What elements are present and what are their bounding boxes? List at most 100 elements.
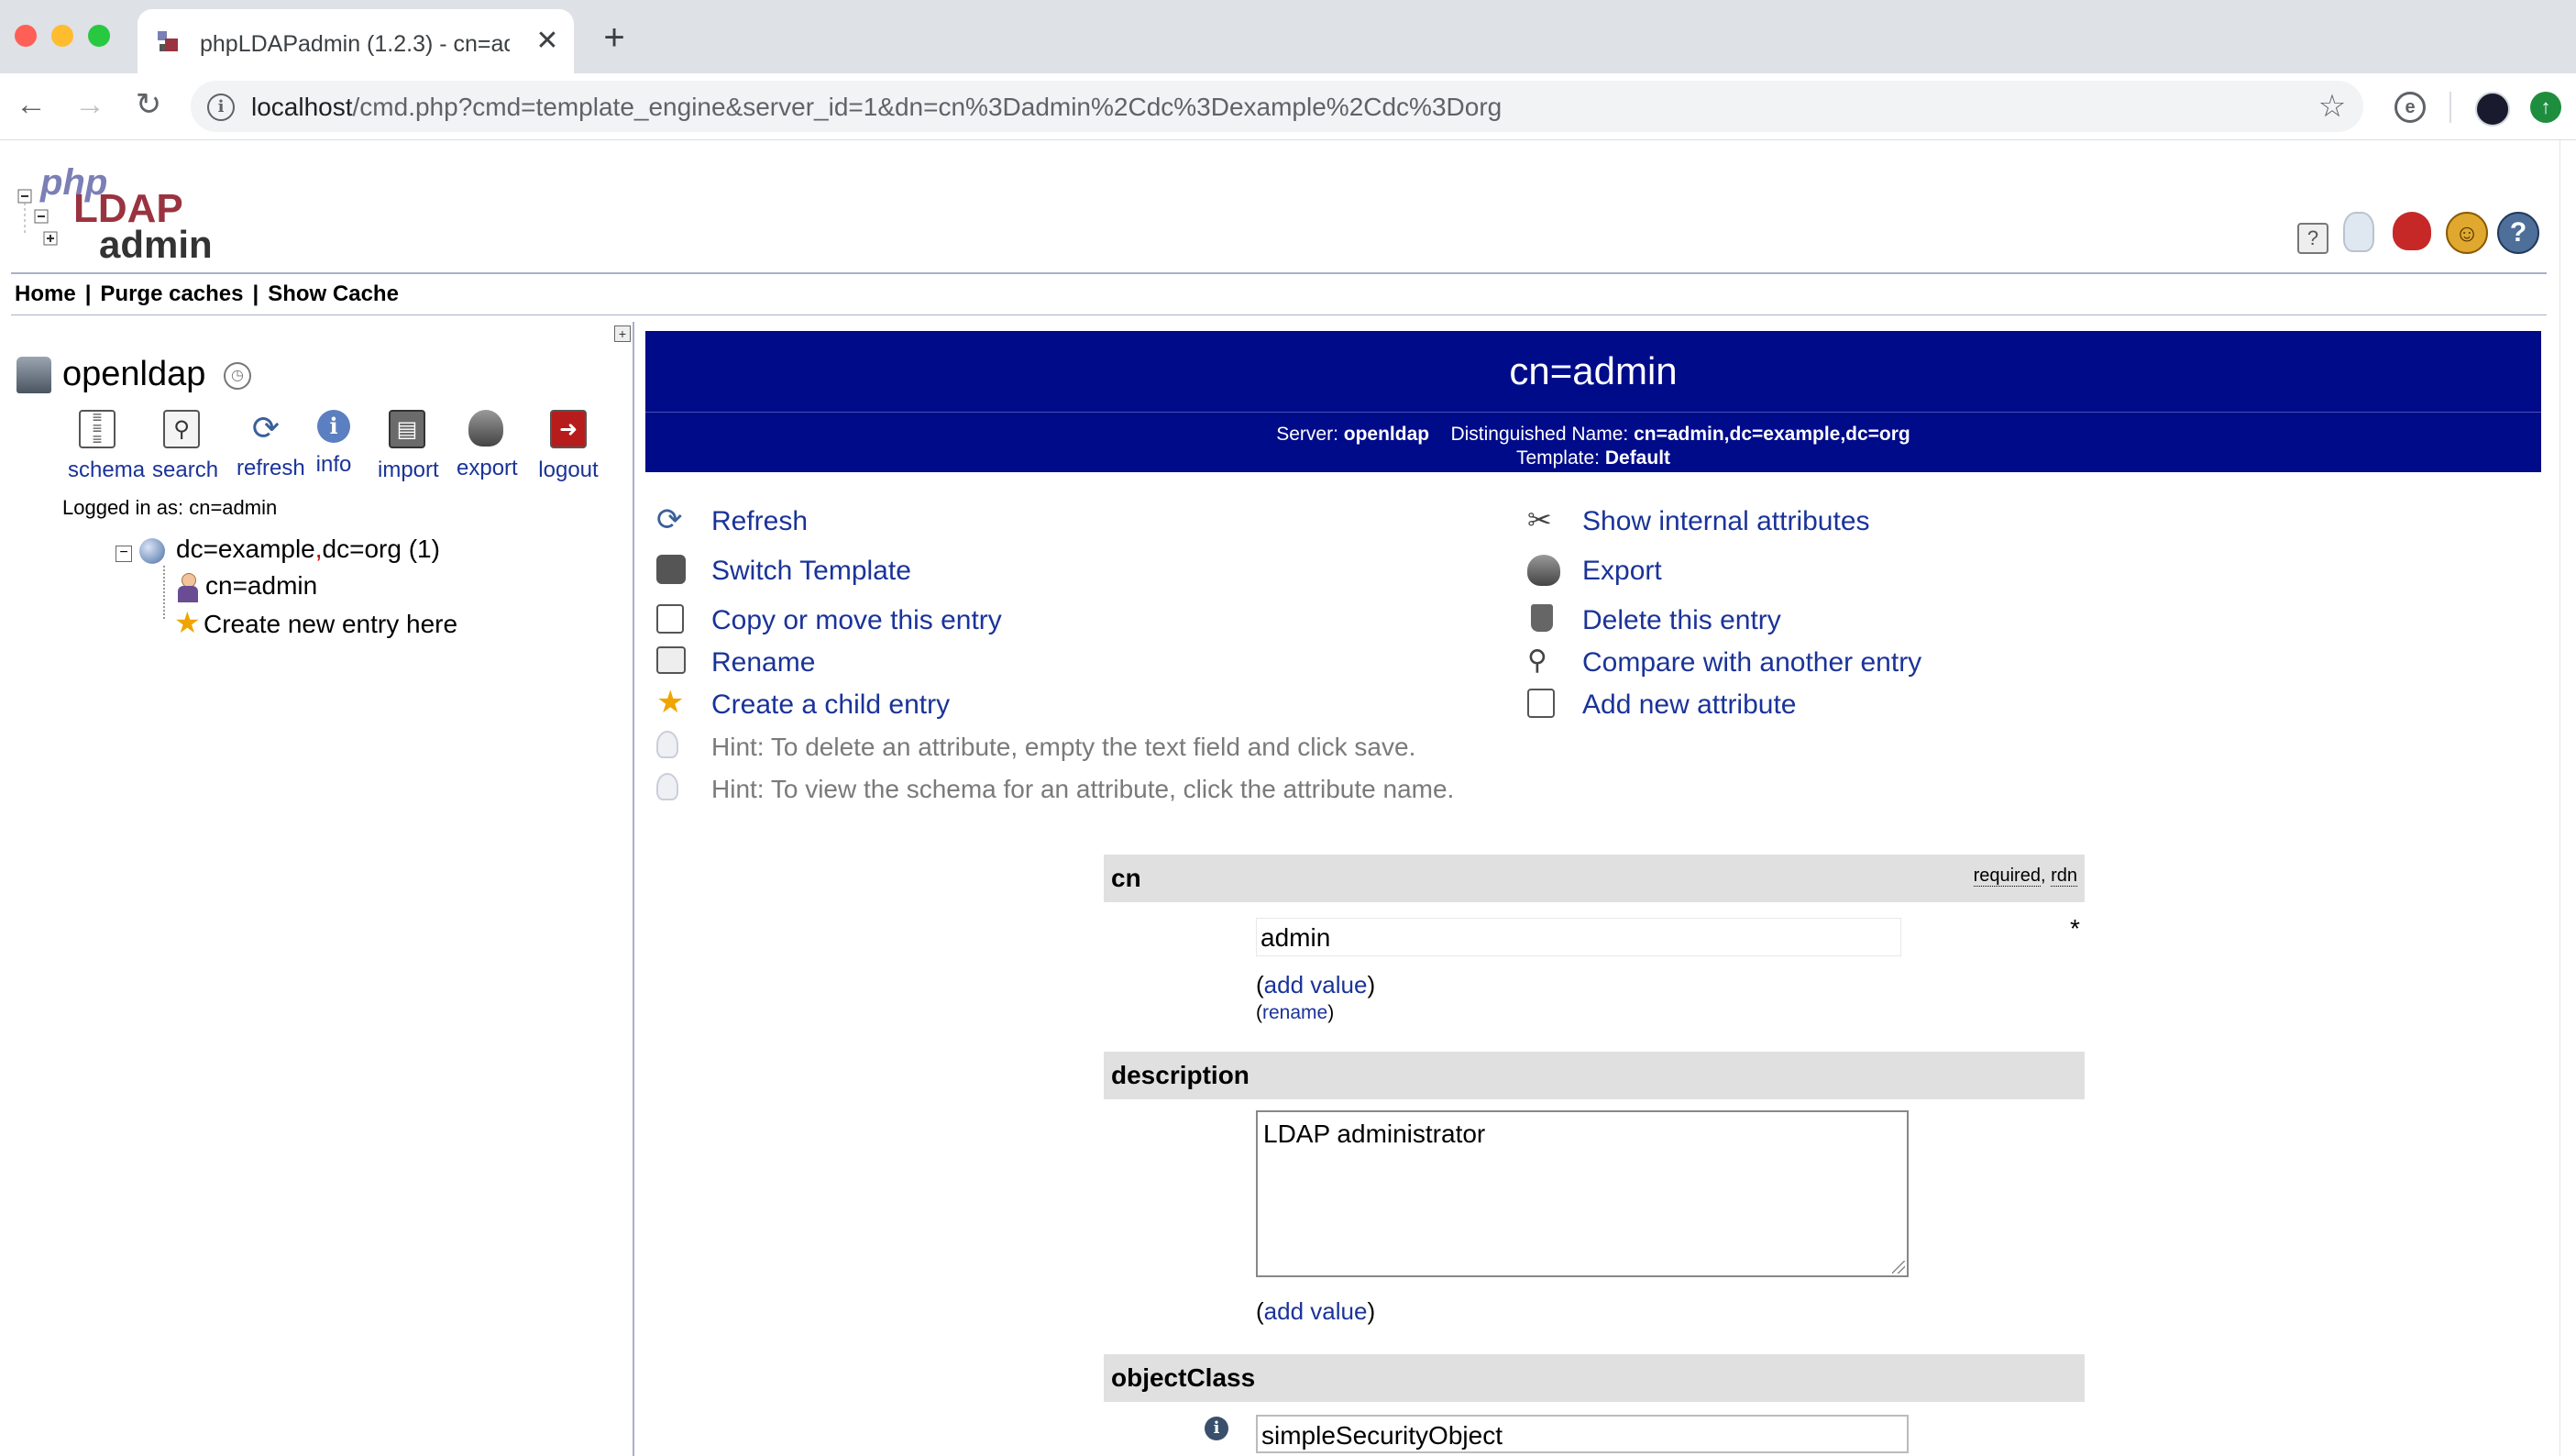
- attribute-name-objectclass[interactable]: objectClass: [1111, 1363, 1255, 1393]
- back-arrow-icon[interactable]: ←: [13, 86, 50, 123]
- url-text[interactable]: localhost/cmd.php?cmd=template_engine&se…: [251, 92, 1502, 123]
- template-value: Default: [1604, 447, 1671, 469]
- attribute-header-objectclass: objectClass: [1104, 1354, 2085, 1402]
- panel-splitter[interactable]: [633, 322, 634, 1456]
- search-icon: ⚲: [163, 410, 200, 448]
- attribute-name-description[interactable]: description: [1111, 1061, 1249, 1090]
- action-label: Add new attribute: [1582, 689, 1797, 720]
- description-value: LDAP administrator: [1263, 1120, 1486, 1148]
- faq-icon[interactable]: ?: [2497, 212, 2539, 254]
- expand-panel-icon[interactable]: +: [614, 325, 631, 342]
- hint-bulb-icon: [656, 773, 678, 800]
- session-clock-icon: ◷: [224, 362, 251, 390]
- logout-icon: ➜: [550, 410, 587, 448]
- menu-show-cache-link[interactable]: Show Cache: [268, 281, 399, 306]
- donate-smiley-icon[interactable]: ☺: [2446, 212, 2488, 254]
- tab-title: phpLDAPadmin (1.2.3) - cn=admin: [200, 31, 510, 57]
- window-minimize-button[interactable]: [51, 25, 73, 47]
- add-value-link[interactable]: add value: [1264, 971, 1368, 998]
- menu-purge-caches-link[interactable]: Purge caches: [100, 281, 243, 306]
- server-icon: [17, 357, 51, 393]
- new-tab-button[interactable]: +: [598, 19, 631, 56]
- hint-bulb-icon[interactable]: [2343, 212, 2374, 252]
- resize-grip-icon[interactable]: [1892, 1261, 1905, 1274]
- tools-icon: ✂: [1527, 503, 1552, 536]
- help-icon[interactable]: ?: [2297, 223, 2328, 254]
- add-value-link[interactable]: add value: [1264, 1297, 1368, 1325]
- extension-e-icon[interactable]: e: [2394, 92, 2426, 123]
- menu-divider: [11, 314, 2547, 315]
- logged-in-as: Logged in as: cn=admin: [62, 496, 278, 519]
- menu-home-link[interactable]: Home: [15, 281, 76, 306]
- attribute-header-description: description: [1104, 1052, 2085, 1099]
- tree-collapse-icon[interactable]: −: [116, 546, 132, 562]
- action-label: Compare with another entry: [1582, 647, 1922, 678]
- bookmark-star-icon[interactable]: ☆: [2314, 88, 2350, 125]
- browser-tab-active[interactable]: phpLDAPadmin (1.2.3) - cn=admin ✕: [138, 9, 574, 73]
- update-arrow-icon[interactable]: ↑: [2530, 92, 2561, 123]
- tab-close-icon[interactable]: ✕: [532, 26, 563, 57]
- switch-template-icon: [656, 555, 686, 584]
- compare-icon: ⚲: [1527, 645, 1547, 676]
- browser-toolbar: ← → ↻ i localhost/cmd.php?cmd=template_e…: [0, 73, 2576, 140]
- window-close-button[interactable]: [15, 25, 37, 47]
- cn-rename: (rename): [1256, 1002, 1335, 1023]
- url-host: localhost: [251, 93, 353, 121]
- forward-arrow-icon[interactable]: →: [72, 86, 108, 123]
- server-label: Server:: [1276, 424, 1338, 445]
- server-name[interactable]: openldap: [62, 355, 205, 394]
- phpldapadmin-logo[interactable]: php LDAP admin: [15, 162, 216, 266]
- cn-add-value: (add value): [1256, 971, 1376, 998]
- action-label: Refresh: [711, 506, 809, 536]
- tool-label: import: [378, 458, 439, 482]
- attribute-name-cn[interactable]: cn: [1111, 864, 1141, 893]
- dn-value: cn=admin,dc=example,dc=org: [1634, 424, 1910, 445]
- server-value: openldap: [1343, 424, 1430, 445]
- bug-icon[interactable]: [2393, 212, 2431, 250]
- hint-text: Hint: To delete an attribute, empty the …: [711, 733, 1416, 761]
- tool-refresh[interactable]: ⟳ refresh: [237, 410, 305, 481]
- refresh-icon: ⟳: [656, 502, 683, 537]
- tool-search[interactable]: ⚲ search: [152, 410, 218, 483]
- tree-root-part1: dc=example: [176, 535, 315, 563]
- tool-schema[interactable]: ≡ ≡ ≡ schema: [68, 409, 145, 483]
- star-icon: ★: [656, 685, 685, 720]
- tool-label: export: [457, 456, 518, 480]
- create-new-entry-link[interactable]: Create new entry here: [204, 610, 457, 639]
- flag-separator: ,: [2040, 866, 2052, 886]
- add-attribute-icon: [1527, 689, 1555, 718]
- template-label: Template:: [1515, 447, 1600, 469]
- page-content: php LDAP admin ? ☺ ? Home | Purge caches | S…: [0, 140, 2576, 1456]
- window-zoom-button[interactable]: [88, 25, 110, 47]
- info-icon: i: [317, 410, 350, 443]
- site-info-icon[interactable]: i: [207, 94, 235, 121]
- address-bar[interactable]: i localhost/cmd.php?cmd=template_engine&…: [191, 81, 2363, 132]
- tool-import[interactable]: ▤ import: [378, 410, 439, 483]
- objectclass-value-input[interactable]: simpleSecurityObject: [1256, 1415, 1909, 1453]
- pla-favicon-icon: [158, 31, 178, 51]
- dn-label: Distinguished Name:: [1450, 424, 1629, 445]
- action-label: Rename: [711, 647, 816, 678]
- tree-connector: [163, 566, 167, 619]
- user-icon: [174, 573, 200, 602]
- tool-export[interactable]: export: [457, 410, 518, 481]
- reload-icon[interactable]: ↻: [130, 86, 167, 123]
- tree-child-entry[interactable]: cn=admin: [205, 571, 317, 601]
- hint-bulb-icon: [656, 731, 678, 758]
- tool-logout[interactable]: ➜ logout: [535, 410, 601, 483]
- browser-tab-bar: phpLDAPadmin (1.2.3) - cn=admin ✕ +: [0, 0, 2576, 73]
- menu-separator: |: [252, 281, 259, 306]
- profile-avatar-icon[interactable]: [2475, 92, 2510, 127]
- page-scrollbar[interactable]: [2559, 140, 2576, 1456]
- trash-icon: [1531, 604, 1553, 632]
- tool-info[interactable]: i info: [314, 410, 354, 478]
- objectclass-info-icon[interactable]: i: [1205, 1417, 1228, 1440]
- globe-icon: [139, 538, 165, 564]
- flag-required: required: [1973, 866, 2041, 887]
- menu-separator: |: [84, 281, 92, 306]
- rename-link[interactable]: rename: [1262, 1002, 1327, 1023]
- description-textarea[interactable]: LDAP administrator: [1256, 1110, 1909, 1277]
- tree-root-entry[interactable]: dc=example,dc=org (1): [176, 535, 440, 564]
- tree-panel: + openldap ◷ ≡ ≡ ≡ schema ⚲ search ⟳ refre…: [11, 322, 634, 1456]
- cn-value-input[interactable]: admin: [1256, 918, 1901, 956]
